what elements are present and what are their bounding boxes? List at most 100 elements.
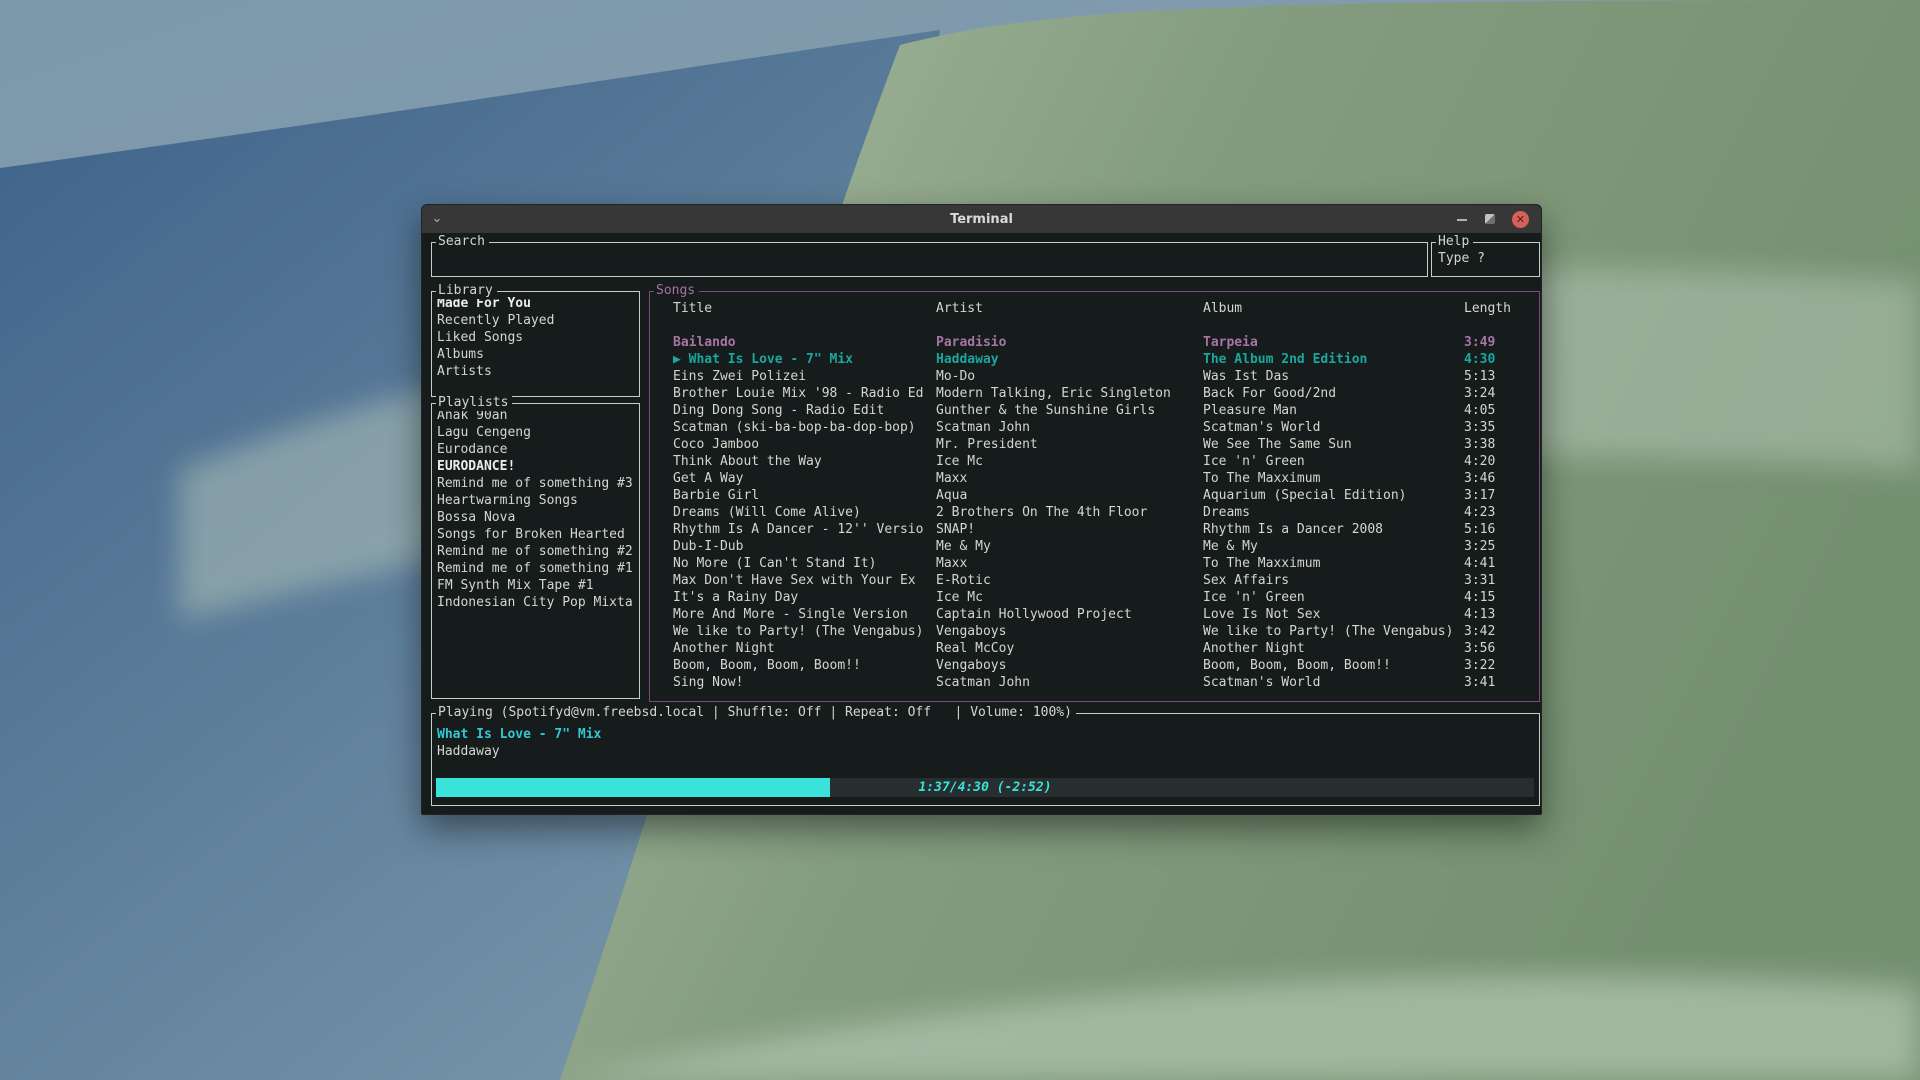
song-row[interactable]: ▶ What Is Love - 7" MixHaddawayThe Album… — [650, 351, 1539, 368]
library-item[interactable]: Albums — [437, 346, 639, 363]
songs-column-header: Album — [1203, 300, 1464, 317]
minimize-button[interactable] — [1456, 213, 1468, 225]
progress-bar[interactable]: 1:37/4:30 (-2:52) — [436, 778, 1534, 797]
playlist-item[interactable]: Indonesian City Pop Mixta — [437, 594, 639, 611]
song-album: Scatman's World — [1203, 674, 1464, 691]
library-panel-label: Library — [436, 283, 497, 299]
song-row[interactable]: More And More - Single VersionCaptain Ho… — [650, 606, 1539, 623]
song-title: Bailando — [673, 334, 936, 351]
song-title: Rhythm Is A Dancer - 12'' Versio — [673, 521, 936, 538]
window-menu-button[interactable]: ⌄ — [422, 206, 452, 232]
song-album: To The Maxximum — [1203, 555, 1464, 572]
song-artist: Ice Mc — [936, 589, 1203, 606]
song-row[interactable]: Another NightReal McCoyAnother Night3:56 — [650, 640, 1539, 657]
songs-panel: Songs TitleArtistAlbumLengthBailandoPara… — [649, 291, 1540, 702]
library-item[interactable]: Liked Songs — [437, 329, 639, 346]
song-album: To The Maxximum — [1203, 470, 1464, 487]
song-album: Pleasure Man — [1203, 402, 1464, 419]
song-artist: E-Rotic — [936, 572, 1203, 589]
playlist-item[interactable]: Remind me of something #3 — [437, 475, 639, 492]
library-item[interactable]: Artists — [437, 363, 639, 380]
song-artist: Scatman John — [936, 674, 1203, 691]
song-row[interactable]: Dreams (Will Come Alive)2 Brothers On Th… — [650, 504, 1539, 521]
song-artist: Maxx — [936, 555, 1203, 572]
song-artist: Vengaboys — [936, 657, 1203, 674]
song-artist: Mr. President — [936, 436, 1203, 453]
song-artist: Me & My — [936, 538, 1203, 555]
song-length: 3:24 — [1464, 385, 1539, 402]
song-title: No More (I Can't Stand It) — [673, 555, 936, 572]
search-panel-label: Search — [436, 234, 489, 250]
row-spacer — [650, 317, 1539, 334]
playlist-item[interactable]: EURODANCE! — [437, 458, 639, 475]
song-row[interactable]: It's a Rainy DayIce McIce 'n' Green4:15 — [650, 589, 1539, 606]
song-row[interactable]: Dub-I-DubMe & MyMe & My3:25 — [650, 538, 1539, 555]
song-length: 3:41 — [1464, 674, 1539, 691]
songs-column-header: Length — [1464, 300, 1539, 317]
songs-column-header: Artist — [936, 300, 1203, 317]
song-row[interactable]: BailandoParadisioTarpeia3:49 — [650, 334, 1539, 351]
song-row[interactable]: Scatman (ski-ba-bop-ba-dop-bop)Scatman J… — [650, 419, 1539, 436]
playlist-item[interactable]: FM Synth Mix Tape #1 — [437, 577, 639, 594]
song-length: 3:49 — [1464, 334, 1539, 351]
song-title: Barbie Girl — [673, 487, 936, 504]
song-title: Brother Louie Mix '98 - Radio Ed — [673, 385, 936, 402]
song-album: Scatman's World — [1203, 419, 1464, 436]
song-title: ▶ What Is Love - 7" Mix — [673, 351, 936, 368]
song-album: We See The Same Sun — [1203, 436, 1464, 453]
now-playing-panel: Playing (Spotifyd@vm.freebsd.local | Shu… — [431, 713, 1540, 806]
song-album: We like to Party! (The Vengabus) — [1203, 623, 1464, 640]
song-title: Dub-I-Dub — [673, 538, 936, 555]
song-length: 4:13 — [1464, 606, 1539, 623]
song-row[interactable]: Eins Zwei PolizeiMo-DoWas Ist Das5:13 — [650, 368, 1539, 385]
song-length: 3:17 — [1464, 487, 1539, 504]
songs-table: TitleArtistAlbumLengthBailandoParadisioT… — [650, 292, 1539, 691]
song-title: Scatman (ski-ba-bop-ba-dop-bop) — [673, 419, 936, 436]
song-row[interactable]: Coco JambooMr. PresidentWe See The Same … — [650, 436, 1539, 453]
search-input[interactable] — [432, 243, 1427, 250]
song-artist: Maxx — [936, 470, 1203, 487]
window-title: Terminal — [422, 212, 1541, 227]
spotify-tui: Search Help Type ? Library Made For YouR… — [422, 233, 1541, 814]
song-row[interactable]: Get A WayMaxxTo The Maxximum3:46 — [650, 470, 1539, 487]
close-button[interactable]: ✕ — [1512, 211, 1529, 228]
song-row[interactable]: No More (I Can't Stand It)MaxxTo The Max… — [650, 555, 1539, 572]
search-panel[interactable]: Search — [431, 242, 1428, 277]
song-row[interactable]: Sing Now!Scatman JohnScatman's World3:41 — [650, 674, 1539, 691]
song-row[interactable]: Rhythm Is A Dancer - 12'' VersioSNAP!Rhy… — [650, 521, 1539, 538]
song-album: Was Ist Das — [1203, 368, 1464, 385]
song-title: Coco Jamboo — [673, 436, 936, 453]
song-album: Sex Affairs — [1203, 572, 1464, 589]
song-row[interactable]: Max Don't Have Sex with Your ExE-RoticSe… — [650, 572, 1539, 589]
library-item[interactable]: Recently Played — [437, 312, 639, 329]
song-row[interactable]: We like to Party! (The Vengabus)Vengaboy… — [650, 623, 1539, 640]
titlebar[interactable]: ⌄ Terminal ✕ — [422, 205, 1541, 234]
playlist-item[interactable]: Heartwarming Songs — [437, 492, 639, 509]
song-artist: Captain Hollywood Project — [936, 606, 1203, 623]
song-album: Ice 'n' Green — [1203, 589, 1464, 606]
playlist-item[interactable]: Lagu Cengeng — [437, 424, 639, 441]
song-title: Another Night — [673, 640, 936, 657]
song-length: 3:42 — [1464, 623, 1539, 640]
song-row[interactable]: Boom, Boom, Boom, Boom!!VengaboysBoom, B… — [650, 657, 1539, 674]
playlist-item[interactable]: Remind me of something #2 — [437, 543, 639, 560]
playlist-item[interactable]: Bossa Nova — [437, 509, 639, 526]
song-artist: Modern Talking, Eric Singleton — [936, 385, 1203, 402]
song-row[interactable]: Think About the WayIce McIce 'n' Green4:… — [650, 453, 1539, 470]
song-title: Get A Way — [673, 470, 936, 487]
song-title: Eins Zwei Polizei — [673, 368, 936, 385]
song-row[interactable]: Ding Dong Song - Radio EditGunther & the… — [650, 402, 1539, 419]
playlist-item[interactable]: Remind me of something #1 — [437, 560, 639, 577]
playlist-list: Anak 90anLagu CengengEurodanceEURODANCE!… — [432, 404, 639, 611]
progress-time: 1:37/4:30 (-2:52) — [436, 778, 1534, 797]
song-length: 4:05 — [1464, 402, 1539, 419]
terminal-window: ⌄ Terminal ✕ Search Help Type ? — [421, 204, 1542, 815]
song-album: Love Is Not Sex — [1203, 606, 1464, 623]
song-row[interactable]: Brother Louie Mix '98 - Radio EdModern T… — [650, 385, 1539, 402]
song-length: 3:25 — [1464, 538, 1539, 555]
maximize-button[interactable] — [1485, 214, 1495, 224]
playlist-item[interactable]: Eurodance — [437, 441, 639, 458]
playlist-item[interactable]: Songs for Broken Hearted — [437, 526, 639, 543]
song-row[interactable]: Barbie GirlAquaAquarium (Special Edition… — [650, 487, 1539, 504]
song-length: 3:35 — [1464, 419, 1539, 436]
